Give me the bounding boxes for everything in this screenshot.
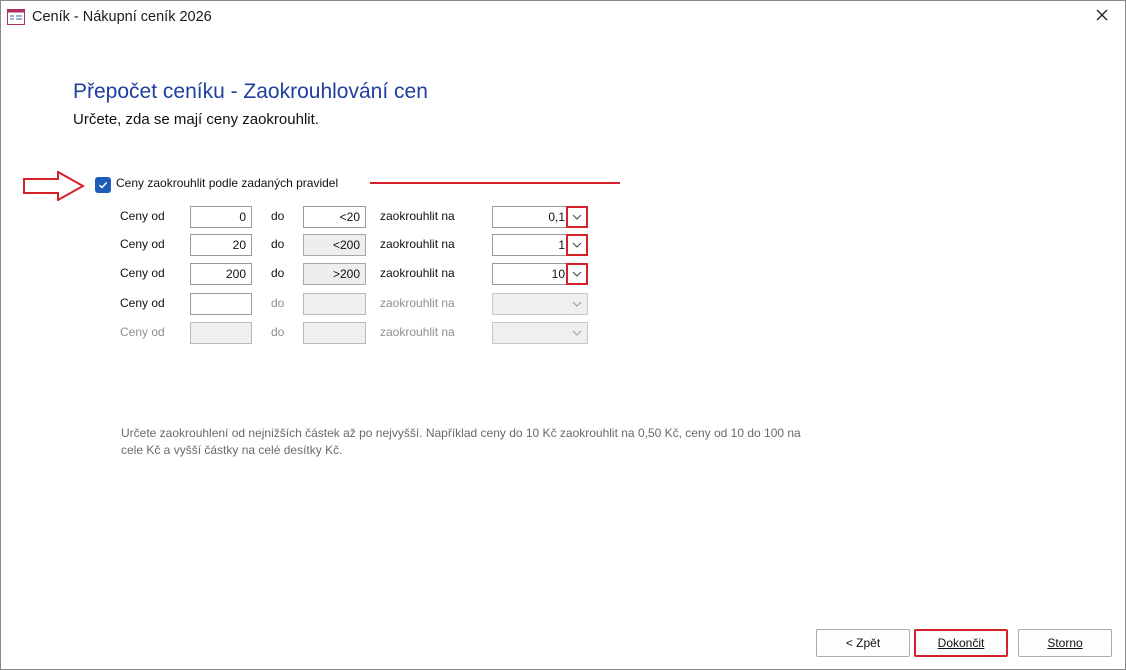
finish-button-label: Dokončit [937,636,985,650]
chevron-down-icon[interactable] [566,263,588,285]
row5-from-label: Ceny od [120,325,165,339]
close-icon [1096,8,1108,26]
row4-to-field [303,293,366,315]
chevron-down-icon [567,294,587,314]
row2-from-field[interactable]: 20 [190,234,252,256]
row2-round-select[interactable]: 1 [492,234,588,256]
app-icon [7,9,25,25]
hint-text: Určete zaokrouhlení od nejnižších částek… [121,426,801,457]
row5-round-label: zaokrouhlit na [380,325,455,339]
row3-round-label: zaokrouhlit na [380,266,455,280]
row3-from-field[interactable]: 200 [190,263,252,285]
chevron-down-icon[interactable] [566,206,588,228]
window-title: Ceník - Nákupní ceník 2026 [32,9,212,25]
row2-round-value: 1 [558,238,565,252]
back-button[interactable]: < Zpět [816,629,910,657]
row1-from-label: Ceny od [120,209,165,223]
back-button-label: < Zpět [845,636,881,650]
page-subtitle: Určete, zda se mají ceny zaokrouhlit. [73,111,319,128]
cancel-button[interactable]: Storno [1018,629,1112,657]
close-button[interactable] [1079,1,1125,33]
row3-round-value: 10 [551,267,565,281]
checkmark-icon [98,181,108,189]
row1-round-value: 0,1 [548,210,565,224]
row3-to-field: >200 [303,263,366,285]
row1-from-field[interactable]: 0 [190,206,252,228]
row5-round-select [492,322,588,344]
title-bar: Ceník - Nákupní ceník 2026 [1,1,1125,33]
row3-round-select[interactable]: 10 [492,263,588,285]
row5-to-field [303,322,366,344]
row4-round-label: zaokrouhlit na [380,296,455,310]
round-prices-checkbox[interactable] [95,177,111,193]
row1-round-select[interactable]: 0,1 [492,206,588,228]
row2-to-label: do [271,237,285,251]
round-prices-label[interactable]: Ceny zaokrouhlit podle zadaných pravidel [116,176,338,190]
row1-round-label: zaokrouhlit na [380,209,455,223]
chevron-down-icon [567,323,587,343]
row4-from-label: Ceny od [120,296,165,310]
annotation-underline [370,182,620,184]
row2-from-label: Ceny od [120,237,165,251]
row1-to-label: do [271,209,285,223]
page-title: Přepočet ceníku - Zaokrouhlování cen [73,80,428,103]
row4-from-field[interactable] [190,293,252,315]
row5-to-label: do [271,325,285,339]
cancel-button-label: Storno [1047,636,1083,650]
finish-button[interactable]: Dokončit [914,629,1008,657]
row2-to-field: <200 [303,234,366,256]
row3-to-label: do [271,266,285,280]
row3-from-label: Ceny od [120,266,165,280]
annotation-arrow-icon [23,171,85,201]
row4-round-select [492,293,588,315]
wizard-window: Ceník - Nákupní ceník 2026 Přepočet cení… [0,0,1126,670]
row2-round-label: zaokrouhlit na [380,237,455,251]
row4-to-label: do [271,296,285,310]
row1-to-field[interactable]: <20 [303,206,366,228]
row5-from-field [190,322,252,344]
chevron-down-icon[interactable] [566,234,588,256]
